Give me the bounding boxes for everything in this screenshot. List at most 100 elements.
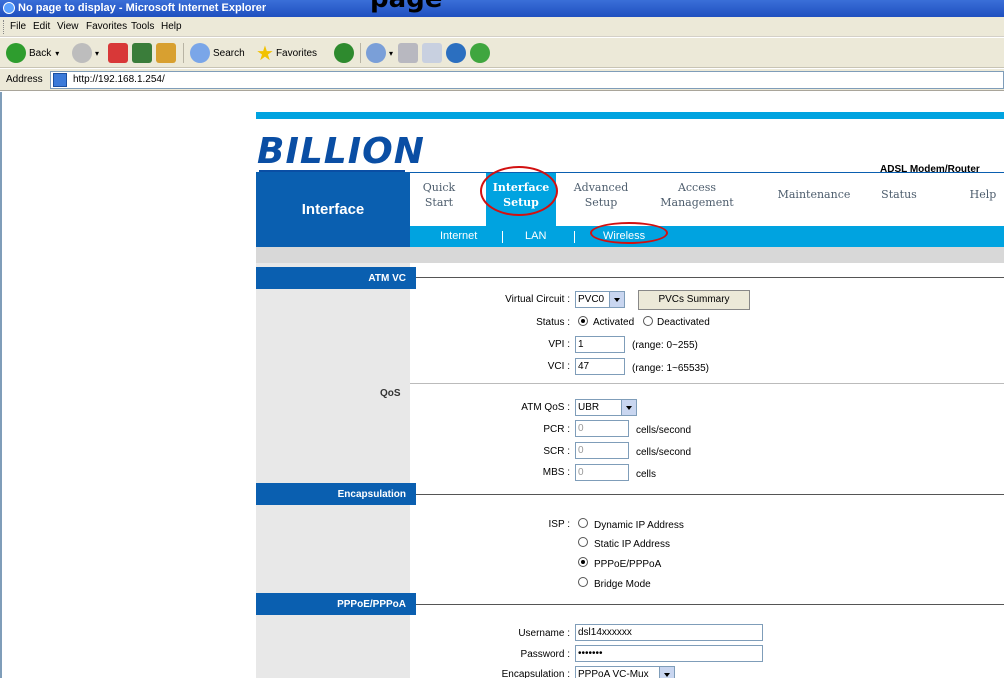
cropped-heading: page <box>370 0 442 14</box>
nav-advanced-setup[interactable]: Advanced Setup <box>570 180 632 210</box>
chevron-down-icon <box>659 667 674 678</box>
isp-pppoe-radio[interactable] <box>578 557 588 567</box>
nav-help[interactable]: Help <box>958 187 1004 202</box>
status-activated-label: Activated <box>593 317 635 328</box>
history-button[interactable] <box>334 42 357 64</box>
address-bar: Address http://192.168.1.254/ <box>0 69 1004 91</box>
favorites-button[interactable]: ★ Favorites <box>256 42 317 65</box>
status-activated-radio[interactable] <box>578 316 588 326</box>
isp-static-radio[interactable] <box>578 537 588 547</box>
annotation-circle-wireless <box>590 222 668 244</box>
annotation-circle-interface-setup <box>480 166 558 216</box>
encapsulation-label: Encapsulation : <box>501 669 570 678</box>
atm-qos-label: ATM QoS : <box>521 402 570 413</box>
menu-favorites[interactable]: Favorites <box>86 21 127 32</box>
menu-file[interactable]: File <box>10 21 26 32</box>
subnav-divider <box>502 231 503 243</box>
back-arrow-icon <box>6 43 26 63</box>
scr-label: SCR : <box>543 446 570 457</box>
isp-label: ISP : <box>548 519 571 530</box>
forward-arrow-icon <box>72 43 92 63</box>
sub-nav: Internet LAN Wireless <box>410 226 1004 247</box>
section-title: Interface <box>256 172 410 247</box>
discuss-button[interactable] <box>446 42 469 64</box>
pcr-label: PCR : <box>543 424 570 435</box>
toolbar-grip <box>3 20 6 34</box>
chevron-down-icon: ▾ <box>95 48 100 58</box>
pcr-input[interactable]: 0 <box>575 420 629 437</box>
status-deactivated-radio[interactable] <box>643 316 653 326</box>
star-icon: ★ <box>256 42 274 65</box>
vpi-input[interactable]: 1 <box>575 336 625 353</box>
isp-pppoe-label: PPPoE/PPPoA <box>594 559 662 570</box>
address-input[interactable]: http://192.168.1.254/ <box>50 71 1004 89</box>
nav-status[interactable]: Status <box>874 187 924 202</box>
edit-button[interactable] <box>422 42 445 64</box>
menu-help[interactable]: Help <box>161 21 182 32</box>
atm-qos-select[interactable]: UBR <box>575 399 637 416</box>
username-label: Username : <box>518 628 570 639</box>
mbs-input[interactable]: 0 <box>575 464 629 481</box>
home-button[interactable] <box>156 42 179 64</box>
window-titlebar: No page to display - Microsoft Internet … <box>0 0 1004 17</box>
encapsulation-header: Encapsulation <box>256 483 416 505</box>
window-title: No page to display - Microsoft Internet … <box>18 2 267 14</box>
stop-button[interactable] <box>108 42 131 64</box>
password-label: Password : <box>520 649 570 660</box>
page-icon <box>53 73 67 87</box>
username-input[interactable]: dsl14xxxxxx <box>575 624 763 641</box>
status-label: Status : <box>536 317 570 328</box>
menu-tools[interactable]: Tools <box>131 21 154 32</box>
mail-icon <box>366 43 386 63</box>
password-input[interactable]: ••••••• <box>575 645 763 662</box>
nav-maintenance[interactable]: Maintenance <box>766 187 862 202</box>
menu-edit[interactable]: Edit <box>33 21 50 32</box>
isp-dynamic-label: Dynamic IP Address <box>594 520 684 531</box>
mbs-label: MBS : <box>542 467 570 478</box>
section-divider <box>416 604 1004 605</box>
vpi-range-hint: (range: 0~255) <box>632 340 698 351</box>
billion-logo: BILLION <box>257 131 425 172</box>
mbs-unit: cells <box>636 469 657 480</box>
edit-icon <box>422 43 442 63</box>
print-button[interactable] <box>398 42 421 64</box>
chevron-down-icon: ▾ <box>389 48 394 58</box>
isp-dynamic-radio[interactable] <box>578 518 588 528</box>
refresh-icon <box>132 43 152 63</box>
search-button[interactable]: Search <box>190 42 245 64</box>
section-divider <box>416 494 1004 495</box>
vci-range-hint: (range: 1~65535) <box>632 363 710 374</box>
isp-bridge-radio[interactable] <box>578 577 588 587</box>
history-icon <box>334 43 354 63</box>
back-button[interactable]: Back ▾ <box>6 42 59 64</box>
pvcs-summary-button[interactable]: PVCs Summary <box>638 290 750 310</box>
scr-input[interactable]: 0 <box>575 442 629 459</box>
vci-label: VCI : <box>547 361 570 372</box>
chevron-down-icon <box>621 400 636 415</box>
scr-unit: cells/second <box>636 447 692 458</box>
toolbar-separator <box>183 43 184 63</box>
messenger-button[interactable] <box>470 42 493 64</box>
refresh-button[interactable] <box>132 42 155 64</box>
forward-button[interactable]: ▾ <box>72 42 99 64</box>
atm-vc-header: ATM VC <box>256 267 416 289</box>
chevron-down-icon: ▾ <box>55 48 60 58</box>
chevron-down-icon <box>609 292 624 307</box>
subnav-lan[interactable]: LAN <box>525 230 546 242</box>
virtual-circuit-select[interactable]: PVC0 <box>575 291 625 308</box>
mail-button[interactable]: ▾ <box>366 42 393 64</box>
vci-input[interactable]: 47 <box>575 358 625 375</box>
menu-view[interactable]: View <box>57 21 79 32</box>
virtual-circuit-label: Virtual Circuit : <box>505 294 570 305</box>
pppoe-header: PPPoE/PPPoA <box>256 593 416 615</box>
left-column <box>256 263 410 678</box>
nav-quick-start[interactable]: Quick Start <box>418 180 460 210</box>
subnav-divider <box>574 231 575 243</box>
encapsulation-select[interactable]: PPPoA VC-Mux <box>575 666 675 678</box>
nav-access-management[interactable]: Access Management <box>652 180 742 210</box>
search-icon <box>190 43 210 63</box>
section-divider <box>416 277 1004 278</box>
subnav-internet[interactable]: Internet <box>440 230 477 242</box>
stop-icon <box>108 43 128 63</box>
header-accent-bar <box>256 112 1004 119</box>
